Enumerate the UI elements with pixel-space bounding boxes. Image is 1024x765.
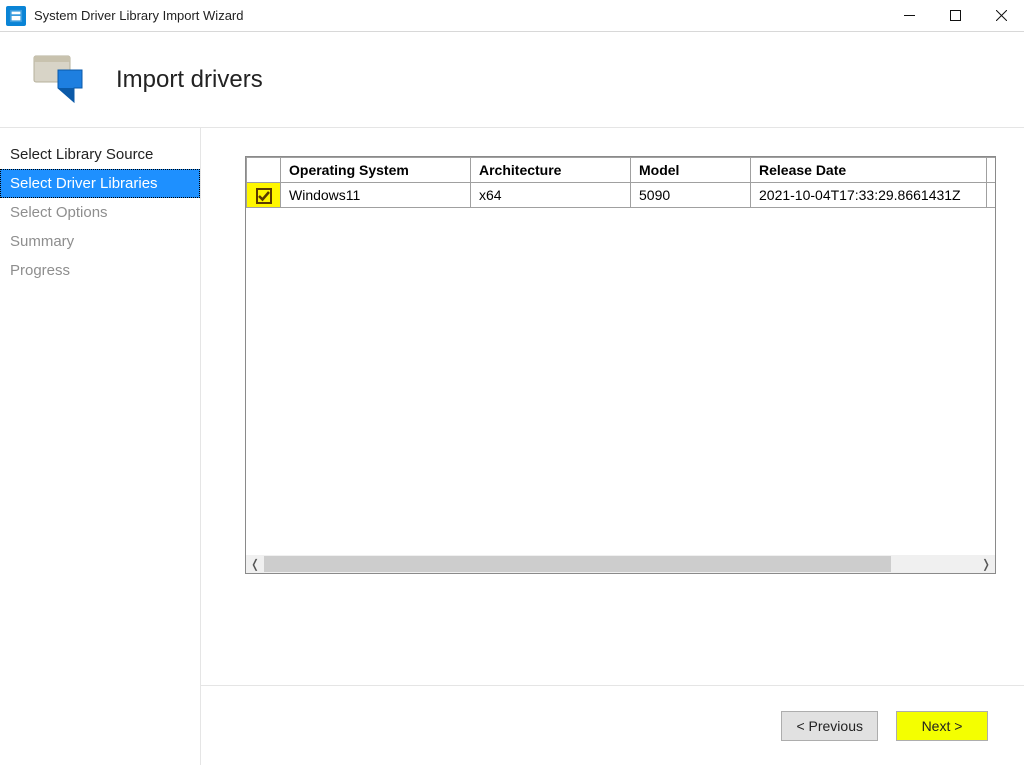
step-select-library-source[interactable]: Select Library Source <box>0 140 200 169</box>
cell-arch: x64 <box>471 183 631 208</box>
step-progress[interactable]: Progress <box>0 256 200 285</box>
close-button[interactable] <box>978 0 1024 32</box>
scroll-left-icon[interactable]: ❬ <box>246 555 264 573</box>
minimize-button[interactable] <box>886 0 932 32</box>
previous-button[interactable]: < Previous <box>781 711 878 741</box>
column-header-arch[interactable]: Architecture <box>471 158 631 183</box>
wizard-steps-sidebar: Select Library Source Select Driver Libr… <box>0 128 200 765</box>
horizontal-scrollbar[interactable]: ❬ ❭ <box>246 555 995 573</box>
next-button[interactable]: Next > <box>896 711 988 741</box>
scroll-track[interactable] <box>264 555 977 573</box>
column-header-model[interactable]: Model <box>631 158 751 183</box>
column-header-checkbox[interactable] <box>247 158 281 183</box>
table-row[interactable]: Windows11 x64 5090 2021-10-04T17:33:29.8… <box>247 183 996 208</box>
cell-version: A0 <box>987 183 996 208</box>
title-bar: System Driver Library Import Wizard <box>0 0 1024 32</box>
wizard-footer: < Previous Next > <box>201 685 1024 765</box>
row-checkbox-cell[interactable] <box>247 183 281 208</box>
cell-release: 2021-10-04T17:33:29.8661431Z <box>751 183 987 208</box>
cell-os: Windows11 <box>281 183 471 208</box>
column-header-version[interactable]: Ve <box>987 158 996 183</box>
app-icon <box>6 6 26 26</box>
checkbox-checked-icon[interactable] <box>256 188 272 204</box>
import-icon <box>28 48 92 112</box>
column-header-release[interactable]: Release Date <box>751 158 987 183</box>
page-heading: Import drivers <box>116 66 263 94</box>
scroll-right-icon[interactable]: ❭ <box>977 555 995 573</box>
step-summary[interactable]: Summary <box>0 227 200 256</box>
column-header-os[interactable]: Operating System <box>281 158 471 183</box>
maximize-button[interactable] <box>932 0 978 32</box>
scroll-thumb[interactable] <box>264 556 891 572</box>
step-select-options[interactable]: Select Options <box>0 198 200 227</box>
cell-model: 5090 <box>631 183 751 208</box>
table-header-row: Operating System Architecture Model Rele… <box>247 158 996 183</box>
step-select-driver-libraries[interactable]: Select Driver Libraries <box>0 169 200 198</box>
wizard-banner: Import drivers <box>0 32 1024 128</box>
window-title: System Driver Library Import Wizard <box>34 8 243 23</box>
driver-libraries-grid[interactable]: Operating System Architecture Model Rele… <box>245 156 996 574</box>
